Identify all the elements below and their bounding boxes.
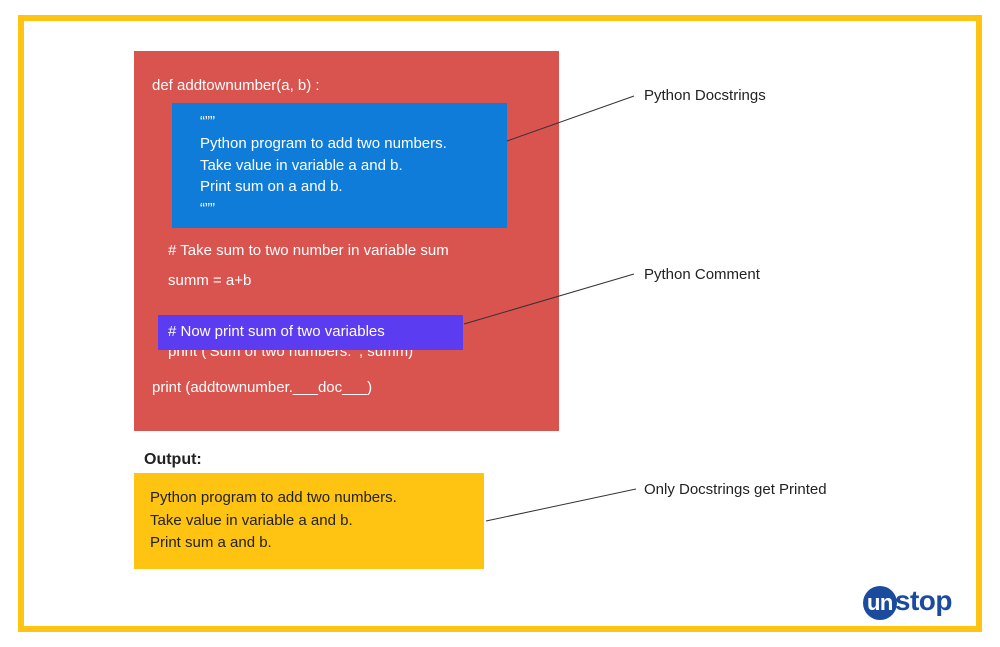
docstring-box: “”” Python program to add two numbers. T… [172, 103, 507, 228]
code-summ-line: summ = a+b [168, 270, 541, 293]
diagram-frame: def addtownumber(a, b) : “”” Python prog… [18, 15, 982, 632]
code-block: def addtownumber(a, b) : “”” Python prog… [134, 51, 559, 431]
output-line-2: Take value in variable a and b. [150, 510, 468, 533]
annotation-comment: Python Comment [644, 266, 760, 283]
brand-logo: unstop [863, 585, 952, 620]
output-line-1: Python program to add two numbers. [150, 487, 468, 510]
docstring-open: “”” [200, 111, 495, 133]
line-to-output [486, 489, 636, 521]
docstring-line-2: Take value in variable a and b. [200, 155, 495, 177]
logo-prefix: un [863, 586, 897, 620]
code-print-2: print (addtownumber.___doc___) [152, 377, 541, 400]
output-line-3: Print sum a and b. [150, 532, 468, 555]
output-box: Python program to add two numbers. Take … [134, 473, 484, 569]
docstring-line-3: Print sum on a and b. [200, 176, 495, 198]
code-comment-2: # Now print sum of two variables [168, 321, 453, 344]
code-def-line: def addtownumber(a, b) : [152, 75, 541, 98]
annotation-output: Only Docstrings get Printed [644, 481, 827, 498]
code-comment-1: # Take sum to two number in variable sum [168, 240, 541, 263]
logo-suffix: stop [895, 585, 952, 616]
docstring-close: “”” [200, 198, 495, 220]
output-label: Output: [144, 451, 202, 469]
annotation-docstrings: Python Docstrings [644, 87, 766, 104]
docstring-line-1: Python program to add two numbers. [200, 133, 495, 155]
comment-highlight-box: # Now print sum of two variables [158, 315, 463, 350]
